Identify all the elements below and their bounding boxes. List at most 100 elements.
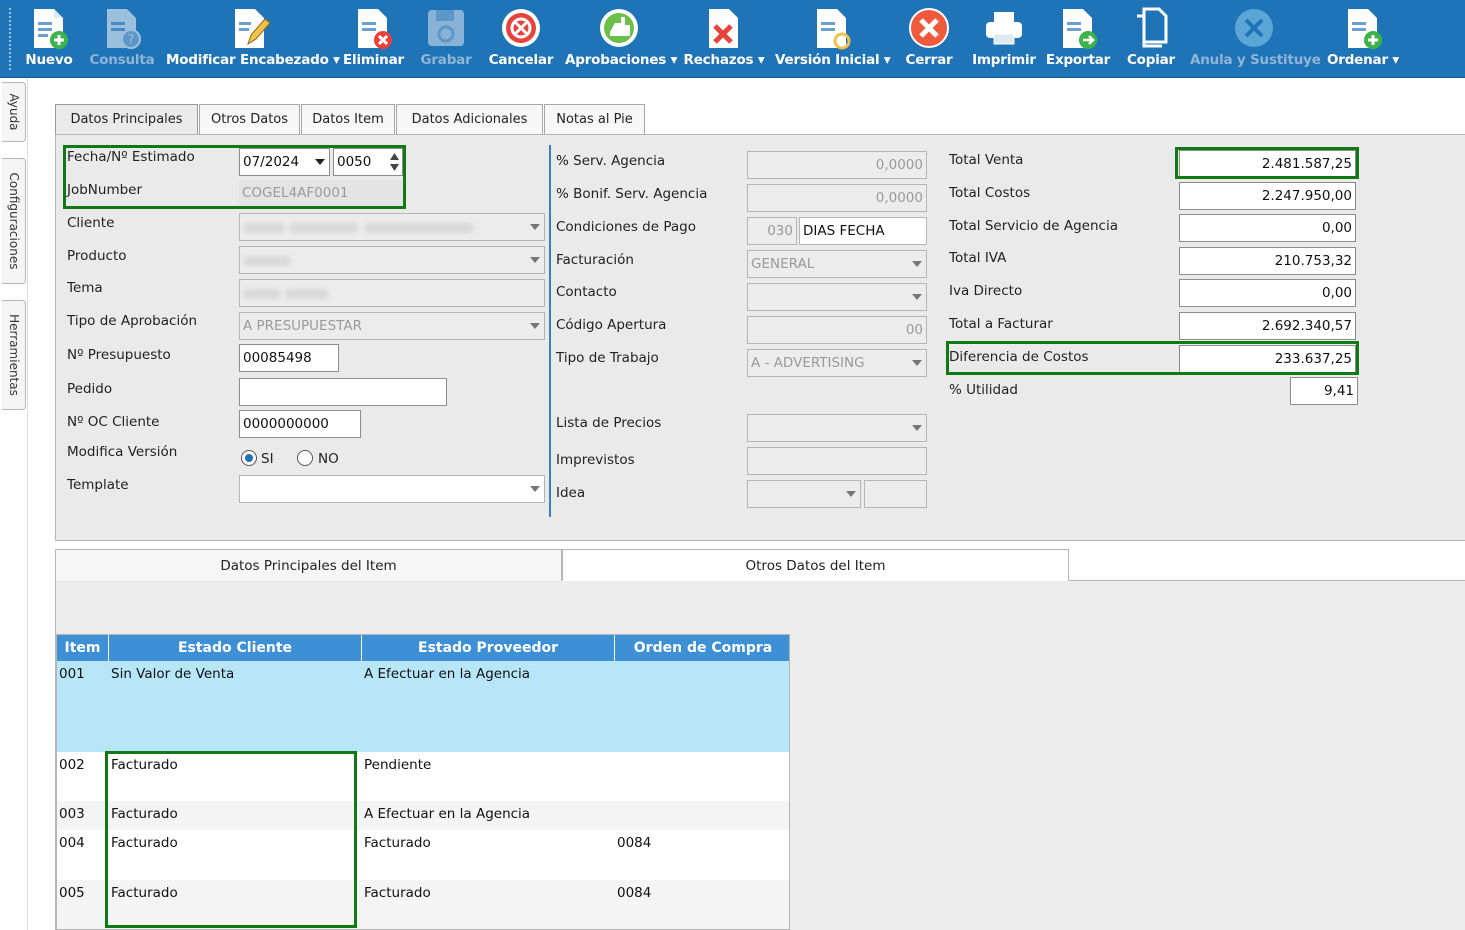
total-iva-field[interactable]: 210.753,32 [1179, 247, 1356, 275]
aprobaciones-button[interactable]: Aprobaciones ▾ [565, 0, 677, 78]
total-servicio-field[interactable]: 0,00 [1179, 214, 1356, 242]
pedido-field[interactable] [239, 378, 447, 406]
utilidad-field[interactable]: 9,41 [1290, 377, 1358, 405]
total-costos-label: Total Costos [949, 185, 1031, 201]
toolbar-grip[interactable] [9, 8, 12, 70]
rechazos-button[interactable]: Rechazos ▾ [683, 0, 765, 78]
table-row[interactable]: 001 Sin Valor de Venta A Efectuar en la … [57, 661, 789, 752]
serv-agencia-field[interactable]: 0,0000 [747, 151, 927, 179]
toolbar-label: Eliminar [343, 52, 404, 68]
cancelar-button[interactable]: Cancelar [486, 0, 556, 78]
table-row[interactable]: 003 Facturado A Efectuar en la Agencia [57, 801, 789, 830]
copiar-button[interactable]: Copiar [1122, 0, 1180, 78]
bonif-label: % Bonif. Serv. Agencia [556, 186, 708, 202]
contacto-select[interactable] [747, 283, 927, 311]
cell-estado-cliente: Sin Valor de Venta [111, 666, 235, 682]
tab-otros-datos-item[interactable]: Otros Datos del Item [562, 549, 1069, 581]
approve-circle-icon [600, 9, 638, 47]
total-facturar-field[interactable]: 2.692.340,57 [1179, 312, 1356, 340]
redacted-value [243, 256, 291, 266]
facturacion-select[interactable]: GENERAL [747, 250, 927, 278]
order-document-icon [1348, 9, 1382, 49]
table-row[interactable]: 004 Facturado Facturado 0084 [57, 830, 789, 880]
query-document-icon: ? [107, 9, 141, 49]
oc-field[interactable]: 0000000000 [239, 410, 361, 438]
dropdown-arrow-icon: ▾ [670, 52, 678, 68]
cell-item: 002 [59, 757, 85, 773]
lista-precios-select[interactable] [747, 414, 927, 442]
side-tab-ayuda[interactable]: Ayuda [2, 82, 26, 142]
condiciones-value-field[interactable]: DIAS FECHA [799, 217, 927, 245]
estimado-spinner[interactable]: 0050 [333, 148, 403, 176]
oc-label: Nº OC Cliente [67, 414, 160, 430]
grabar-button[interactable]: Grabar [418, 0, 474, 78]
side-tab-configuraciones[interactable]: Configuraciones [2, 158, 26, 284]
fecha-select[interactable]: 07/2024 [239, 148, 330, 176]
column-header-estado-cliente[interactable]: Estado Cliente [109, 635, 362, 661]
anula-sustituye-button[interactable]: Anula y Sustituye [1190, 0, 1321, 78]
chevron-down-icon [912, 425, 922, 431]
imprevistos-field[interactable] [747, 447, 927, 475]
column-header-orden-compra[interactable]: Orden de Compra [615, 635, 789, 661]
cliente-select[interactable] [239, 213, 545, 241]
modifica-no-radio[interactable] [297, 450, 313, 466]
exportar-button[interactable]: Exportar [1045, 0, 1111, 78]
codigo-apertura-field[interactable]: 00 [747, 316, 927, 344]
table-row[interactable]: 005 Facturado Facturado 0084 [57, 880, 789, 929]
tema-field[interactable] [239, 279, 545, 307]
facturacion-label: Facturación [556, 252, 634, 268]
producto-select[interactable] [239, 246, 545, 274]
side-tab-label: Ayuda [6, 93, 21, 131]
table-row[interactable]: 002 Facturado Pendiente [57, 752, 789, 801]
bonif-field[interactable]: 0,0000 [747, 184, 927, 212]
edit-document-icon [235, 9, 271, 48]
column-header-item[interactable]: Item [57, 635, 109, 661]
tab-datos-item[interactable]: Datos Item [301, 104, 395, 135]
save-disk-icon [428, 10, 464, 46]
total-costos-field[interactable]: 2.247.950,00 [1179, 182, 1356, 210]
tab-otros-datos[interactable]: Otros Datos [199, 104, 300, 135]
modifica-si-radio[interactable] [241, 450, 257, 466]
ordenar-button[interactable]: Ordenar ▾ [1324, 0, 1402, 78]
side-tabs: Ayuda Configuraciones Herramientas [0, 78, 28, 930]
modificar-encabezado-button[interactable]: Modificar Encabezado ▾ [166, 0, 340, 78]
condiciones-label: Condiciones de Pago [556, 219, 696, 235]
total-servicio-label: Total Servicio de Agencia [949, 218, 1118, 234]
toolbar-label: Rechazos ▾ [683, 52, 765, 68]
idea-code-field[interactable] [864, 480, 927, 508]
toolbar-label: Grabar [420, 52, 472, 68]
template-select[interactable] [239, 475, 545, 503]
condiciones-code-field[interactable]: 030 [747, 217, 797, 245]
eliminar-button[interactable]: Eliminar [343, 0, 404, 78]
tab-datos-principales[interactable]: Datos Principales [55, 104, 198, 136]
tab-notas-al-pie[interactable]: Notas al Pie [544, 104, 645, 135]
consulta-button[interactable]: ? Consulta [88, 0, 156, 78]
cell-estado-cliente: Facturado [111, 835, 178, 851]
tab-datos-adicionales[interactable]: Datos Adicionales [396, 104, 543, 135]
imprimir-button[interactable]: Imprimir [970, 0, 1038, 78]
column-header-estado-proveedor[interactable]: Estado Proveedor [362, 635, 615, 661]
tipo-aprobacion-select[interactable]: A PRESUPUESTAR [239, 312, 545, 340]
cerrar-button[interactable]: Cerrar [900, 0, 958, 78]
cell-orden-compra: 0084 [617, 885, 652, 901]
radio-si-label: SI [261, 451, 274, 467]
idea-select[interactable] [747, 480, 861, 508]
toolbar-label: Cancelar [488, 52, 554, 68]
total-venta-field[interactable]: 2.481.587,25 [1179, 150, 1356, 178]
jobnumber-field[interactable]: COGEL4AF0001 [239, 180, 403, 208]
presupuesto-field[interactable]: 00085498 [239, 344, 339, 372]
presupuesto-label: Nº Presupuesto [67, 347, 171, 363]
tab-datos-principales-item[interactable]: Datos Principales del Item [55, 549, 562, 581]
cell-item: 003 [59, 806, 85, 822]
version-inicial-button[interactable]: Versión Inicial ▾ [775, 0, 891, 78]
fecha-label: Fecha/Nº Estimado [67, 149, 195, 165]
new-button[interactable]: Nuevo [20, 0, 78, 78]
diferencia-costos-field[interactable]: 233.637,25 [1179, 345, 1356, 373]
items-grid: Item Estado Cliente Estado Proveedor Ord… [56, 634, 790, 930]
copy-icon [1137, 7, 1168, 48]
tipo-trabajo-select[interactable]: A - ADVERTISING [747, 349, 927, 377]
iva-directo-field[interactable]: 0,00 [1179, 279, 1356, 307]
side-tab-herramientas[interactable]: Herramientas [2, 300, 26, 410]
chevron-down-icon [912, 294, 922, 300]
spinner-arrows-icon[interactable] [389, 151, 400, 173]
